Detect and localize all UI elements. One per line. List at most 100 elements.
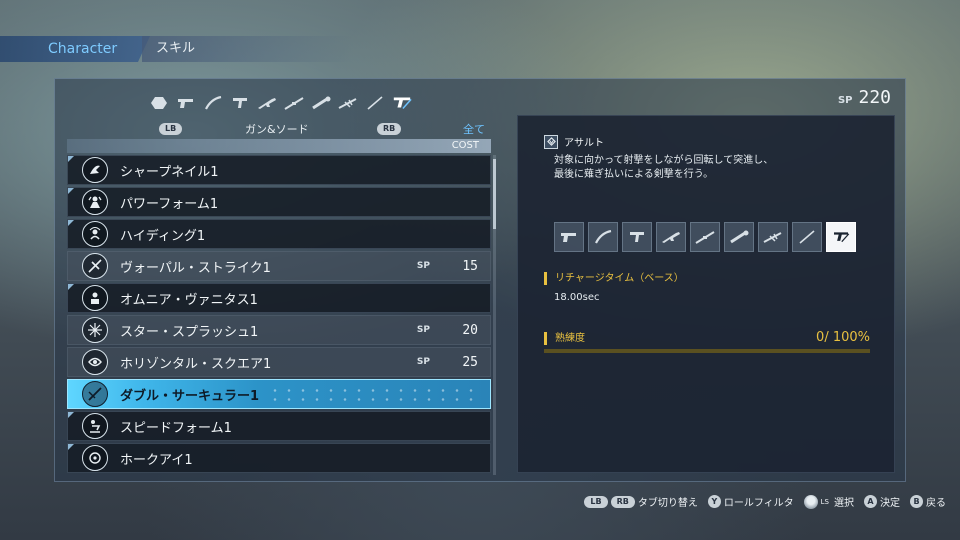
proficiency-bar: [544, 349, 870, 353]
skill-name: オムニア・ヴァニタス1: [120, 292, 258, 308]
sharp-nail-icon: [82, 157, 108, 183]
hint-label: 決定: [880, 498, 900, 509]
skill-name: スピードフォーム1: [120, 420, 232, 436]
skill-row-sharp-nail[interactable]: シャープネイル1: [67, 155, 491, 185]
double-circular-icon: [82, 381, 108, 407]
sp-cost: 25: [462, 354, 478, 370]
skill-name: スター・スプラッシュ1: [120, 324, 259, 340]
lb-button-icon: LB: [584, 495, 608, 508]
gatling-icon: [758, 222, 788, 252]
skill-row-hawk-eye[interactable]: ホークアイ1: [67, 443, 491, 473]
hint-label: タブ切り替え: [637, 498, 698, 509]
vorpal-strike-icon: [82, 253, 108, 279]
sword-icon: [792, 222, 822, 252]
skill-name: ヴォーパル・ストライク1: [120, 260, 271, 276]
skill-name: ホリゾンタル・スクエア1: [120, 356, 272, 372]
sword-icon[interactable]: [365, 95, 385, 111]
skill-row-double-circular[interactable]: ダブル・サーキュラー1: [67, 379, 491, 409]
recharge-label: リチャージタイム（ベース）: [544, 272, 684, 285]
sp-total: SP 220: [838, 87, 891, 108]
sp-total-label: SP: [837, 95, 853, 106]
sp-cost: 15: [462, 258, 478, 274]
y-button-icon: Y: [707, 495, 721, 508]
cost-column-header: COST: [67, 139, 491, 153]
b-button-icon: B: [910, 495, 923, 508]
control-hints: LB RB タブ切り替え Y ロールフィルタ LS 選択 A 決定 B 戻る: [584, 494, 946, 509]
launcher-icon: [724, 222, 754, 252]
skill-list-scrollbar[interactable]: [493, 155, 496, 475]
rb-button-icon: RB: [610, 495, 635, 508]
skill-row-speed-form[interactable]: スピードフォーム1: [67, 411, 491, 441]
hint-label: ロールフィルタ: [723, 498, 794, 509]
hint-confirm[interactable]: A 決定: [864, 494, 900, 509]
recharge-value: 18.00sec: [554, 292, 600, 303]
sp-label: SP: [416, 325, 430, 335]
left-stick-icon: [803, 494, 818, 509]
katana-icon[interactable]: [203, 95, 223, 111]
ls-label: LS: [820, 497, 829, 506]
gun-and-sword-icon[interactable]: [392, 95, 412, 111]
row-notch: [68, 156, 74, 162]
row-notch: [68, 412, 74, 418]
a-button-icon: A: [864, 495, 877, 508]
star-splash-icon: [82, 317, 108, 343]
lb-button-badge[interactable]: LB: [159, 123, 183, 135]
handgun-icon[interactable]: [176, 95, 196, 111]
skill-panel: SP 220 LB ガン&ソード RB 全て COST シャープネイル1 パワー…: [54, 78, 906, 482]
sp-total-value: 220: [858, 87, 891, 108]
sp-label: SP: [416, 261, 430, 271]
skill-row-omnia-vanitas[interactable]: オムニア・ヴァニタス1: [67, 283, 491, 313]
compatible-weapon-slots: [554, 222, 856, 252]
twin-pistol-icon[interactable]: [230, 95, 250, 111]
rifle-icon[interactable]: [284, 95, 304, 111]
description-line-2: 最後に薙ぎ払いによる剣撃を行う。: [554, 169, 714, 180]
skill-name: シャープネイル1: [120, 164, 219, 180]
hint-label: 選択: [834, 498, 854, 509]
hint-select[interactable]: LS 選択: [803, 494, 854, 509]
hint-tab-switch[interactable]: LB RB タブ切り替え: [584, 494, 698, 509]
header-category[interactable]: Character: [0, 36, 150, 62]
assault-type-icon: [544, 134, 558, 149]
gun-and-sword-icon: [826, 222, 856, 252]
skill-name: ハイディング1: [120, 228, 206, 244]
skill-row-horizontal-square[interactable]: ホリゾンタル・スクエア1 SP 25: [67, 347, 491, 377]
power-form-icon: [82, 189, 108, 215]
speed-form-icon: [82, 413, 108, 439]
skill-row-star-splash[interactable]: スター・スプラッシュ1 SP 20: [67, 315, 491, 345]
skill-row-hiding[interactable]: ハイディング1: [67, 219, 491, 249]
skill-name: ホークアイ1: [120, 452, 193, 468]
sp-label: SP: [416, 357, 430, 367]
twin-pistol-icon: [622, 222, 652, 252]
assault-rifle-icon[interactable]: [257, 95, 277, 111]
skill-type-label: アサルト: [564, 138, 604, 149]
handgun-icon: [554, 222, 584, 252]
assault-rifle-icon: [656, 222, 686, 252]
skill-name: パワーフォーム1: [120, 196, 219, 212]
horizontal-square-icon: [82, 349, 108, 375]
skill-type: アサルト: [544, 134, 604, 149]
row-notch: [68, 220, 74, 226]
hawk-eye-icon: [82, 445, 108, 471]
row-notch: [68, 188, 74, 194]
hiding-icon: [82, 221, 108, 247]
skill-description: 対象に向かって射撃をしながら回転して突進し、 最後に薙ぎ払いによる剣撃を行う。: [554, 154, 773, 182]
header-page-title: スキル: [142, 36, 352, 62]
katana-icon: [588, 222, 618, 252]
hint-back[interactable]: B 戻る: [910, 494, 946, 509]
skill-detail-pane: アサルト 対象に向かって射撃をしながら回転して突進し、 最後に薙ぎ払いによる剣撃…: [517, 115, 895, 473]
proficiency-label: 熟練度: [544, 332, 585, 345]
gatling-icon[interactable]: [338, 95, 358, 111]
skill-row-power-form[interactable]: パワーフォーム1: [67, 187, 491, 217]
launcher-icon[interactable]: [311, 95, 331, 111]
sp-cost: 20: [462, 322, 478, 338]
scrollbar-thumb[interactable]: [493, 159, 496, 229]
skill-row-vorpal-strike[interactable]: ヴォーパル・ストライク1 SP 15: [67, 251, 491, 281]
hexagon-all-icon[interactable]: [149, 95, 169, 111]
rb-button-badge[interactable]: RB: [377, 123, 402, 135]
description-line-1: 対象に向かって射撃をしながら回転して突進し、: [554, 155, 774, 166]
hint-label: 戻る: [926, 498, 946, 509]
role-filter-label[interactable]: 全て: [463, 121, 485, 137]
hint-role-filter[interactable]: Y ロールフィルタ: [707, 494, 794, 509]
omnia-vanitas-icon: [82, 285, 108, 311]
weapon-filter-icons: [149, 95, 412, 111]
